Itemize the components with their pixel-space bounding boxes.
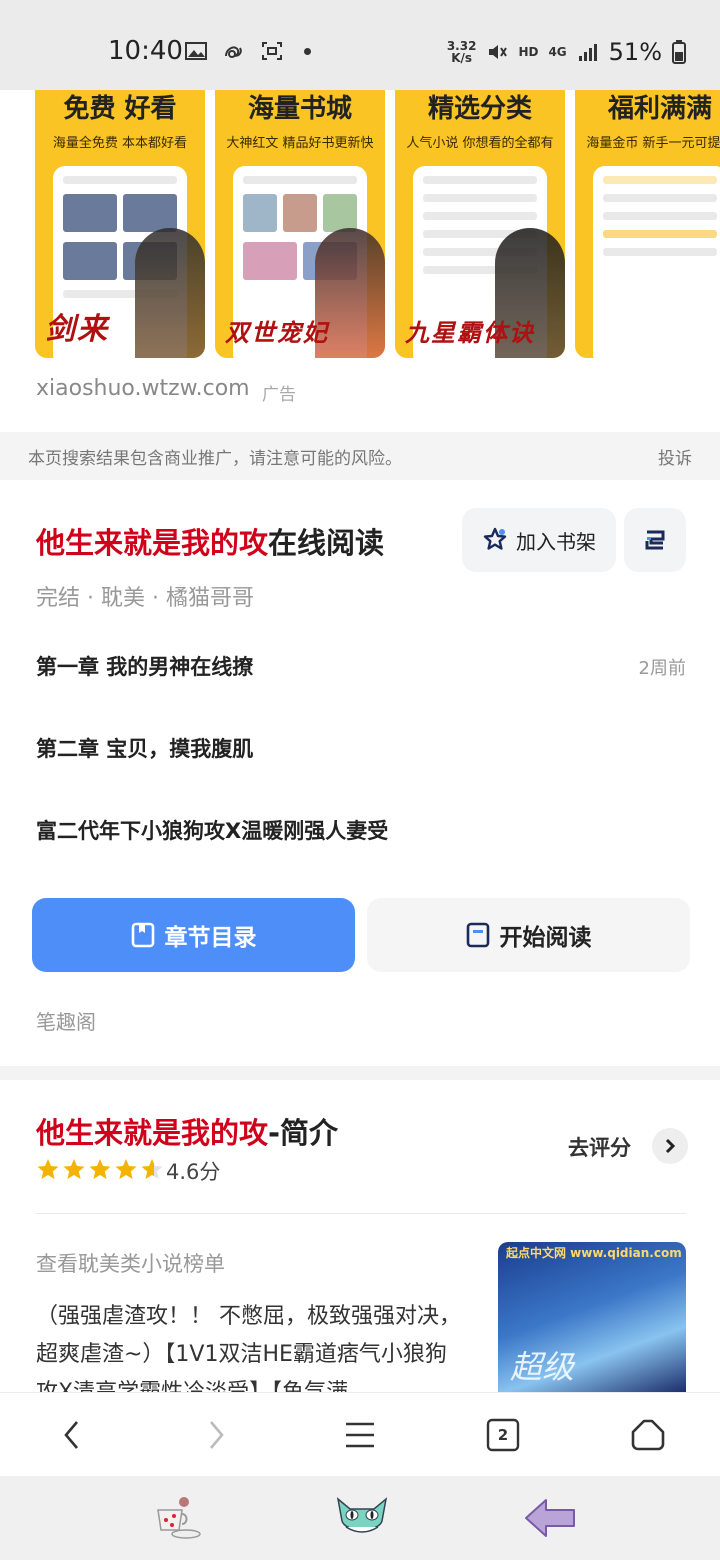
uc-browser-icon: [225, 46, 242, 58]
ad-character-illustration: [135, 228, 205, 358]
ad-card-headline: 福利满满: [607, 94, 712, 124]
book-meta: 完结 · 耽美 · 橘猫哥哥: [36, 586, 254, 611]
menu-button[interactable]: [340, 1415, 380, 1455]
ad-card-subtitle: 海量金币 新手一元可提现: [586, 136, 720, 151]
chevron-left-icon: [64, 1421, 78, 1449]
ad-card-calligraphy: 双世宠妃: [225, 318, 329, 347]
rate-arrow-button[interactable]: [652, 1128, 688, 1164]
browser-toolbar: 2: [0, 1392, 720, 1476]
arrow-left-icon: [525, 1499, 575, 1537]
star-half-icon: [141, 1159, 163, 1179]
report-link[interactable]: 投诉: [658, 444, 692, 469]
cheshire-cat-icon: [336, 1497, 388, 1533]
divider: [36, 1213, 686, 1214]
app-more-button[interactable]: [624, 508, 686, 572]
network-speed: 3.32 K/s: [447, 40, 477, 64]
book-cover[interactable]: 起点中文网 www.qidian.com 超级: [498, 1242, 686, 1392]
start-reading-label: 开始阅读: [499, 925, 592, 951]
battery-percent: 51%: [608, 38, 662, 66]
hamburger-menu-icon: [346, 1422, 374, 1448]
battery-charging-icon: [672, 40, 686, 64]
ad-card-headline: 免费 好看: [63, 94, 177, 124]
cover-title-text: 超级: [510, 1348, 575, 1386]
rate-button[interactable]: 去评分: [568, 1132, 631, 1162]
star-full-icon: [89, 1159, 111, 1179]
ad-card-subtitle: 海量全免费 本本都好看: [52, 136, 188, 151]
ad-card-headline: 精选分类: [427, 94, 532, 124]
star-full-icon: [37, 1159, 59, 1179]
book-description: （强强虐渣攻！！ 不憋屈，极致强强对决，超爽虐渣~）【1V1双洁HE霸道痞气小狼…: [36, 1304, 461, 1392]
home-system-button[interactable]: [332, 1490, 392, 1546]
gallery-icon: [185, 42, 207, 60]
cover-site-watermark: 起点中文网 www.qidian.com: [506, 1246, 682, 1260]
ad-card-1[interactable]: 免费 好看 海量全免费 本本都好看 剑来: [35, 90, 205, 358]
teacup-icon: [157, 1497, 201, 1539]
result-source[interactable]: 笔趣阁: [36, 1006, 96, 1035]
chapter-update-time: 2周前: [638, 658, 686, 679]
star-full-icon: [63, 1159, 85, 1179]
ad-card-subtitle: 人气小说 你想看的全都有: [406, 136, 554, 151]
mute-icon: [489, 45, 508, 59]
ad-card-calligraphy: 剑来: [45, 312, 109, 347]
section-separator: [0, 1066, 720, 1080]
ad-card-3[interactable]: 精选分类 人气小说 你想看的全都有 九星霸体诀: [395, 90, 565, 358]
app-logo-icon: [645, 530, 665, 550]
toc-icon: [131, 922, 154, 948]
risk-notice-bar: 本页搜索结果包含商业推广，请注意可能的风险。 投诉: [0, 432, 720, 480]
title-rest: -简介: [268, 1116, 339, 1150]
result-title-intro[interactable]: 他生来就是我的攻-简介: [36, 1110, 338, 1152]
ad-card-calligraphy: 九星霸体诀: [405, 318, 535, 347]
chevron-right-icon: [210, 1421, 224, 1449]
ad-banner[interactable]: 免费 好看 海量全免费 本本都好看 剑来 海量书城 大神红文 精品好书更新快 双…: [0, 90, 720, 360]
star-rating: [36, 1157, 164, 1181]
ad-card-subtitle: 大神红文 精品好书更新快: [226, 136, 374, 151]
home-icon: [631, 1419, 665, 1451]
tabs-button[interactable]: 2: [483, 1415, 523, 1455]
tab-count: 2: [497, 1426, 509, 1444]
risk-notice-text: 本页搜索结果包含商业推广，请注意可能的风险。: [28, 449, 402, 469]
start-reading-button[interactable]: 开始阅读: [367, 898, 690, 972]
status-system-icons: 3.32 K/s HD 4G 51%: [447, 38, 686, 66]
title-highlight: 他生来就是我的攻: [36, 1116, 269, 1150]
status-bar: 10:40 3.32 K/s HD 4G 51%: [0, 0, 720, 90]
forward-button[interactable]: [196, 1415, 236, 1455]
title-highlight: 他生来就是我的攻: [36, 526, 269, 560]
hd-label: HD: [518, 45, 539, 59]
ad-source-domain[interactable]: xiaoshuo.wtzw.com: [36, 376, 250, 401]
more-notifications-dot: [304, 47, 311, 55]
title-rest: 在线阅读: [268, 526, 385, 560]
result-title-online-reading[interactable]: 他生来就是我的攻在线阅读: [36, 520, 384, 562]
network-speed-unit: K/s: [451, 51, 473, 65]
chapter-link[interactable]: 第一章 我的男神在线撩: [36, 651, 253, 681]
add-to-bookshelf-button[interactable]: 加入书架: [462, 508, 616, 572]
status-time: 10:40: [108, 36, 183, 66]
star-full-icon: [115, 1159, 137, 1179]
network-type: 4G: [548, 45, 567, 59]
back-button[interactable]: [52, 1415, 92, 1455]
signal-icon: [578, 44, 597, 61]
status-notification-icons: [184, 40, 311, 62]
scan-icon: [262, 42, 282, 60]
system-navigation-bar: [0, 1476, 720, 1560]
ad-card-4[interactable]: 福利满满 海量金币 新手一元可提现: [575, 90, 720, 358]
ad-label: 广告: [262, 385, 296, 405]
chapter-link[interactable]: 富二代年下小狼狗攻X温暖刚强人妻受: [36, 815, 388, 845]
add-to-bookshelf-label: 加入书架: [516, 529, 596, 554]
rank-list-link[interactable]: 查看耽美类小说榜单: [36, 1248, 225, 1278]
chapter-link[interactable]: 第二章 宝贝，摸我腹肌: [36, 733, 253, 763]
chapter-list-button[interactable]: 章节目录: [32, 898, 355, 972]
ad-phone-mockup: [593, 166, 720, 358]
chapter-list-label: 章节目录: [164, 925, 257, 951]
back-system-button[interactable]: [520, 1490, 580, 1546]
home-button[interactable]: [628, 1415, 668, 1455]
ad-card-headline: 海量书城: [247, 94, 352, 124]
read-book-icon: [466, 922, 489, 948]
chevron-right-icon: [665, 1138, 676, 1154]
ad-card-2[interactable]: 海量书城 大神红文 精品好书更新快 双世宠妃: [215, 90, 385, 358]
recent-apps-button[interactable]: [146, 1490, 206, 1546]
star-plus-icon: [483, 527, 507, 550]
rating-score: 4.6分: [166, 1160, 221, 1184]
